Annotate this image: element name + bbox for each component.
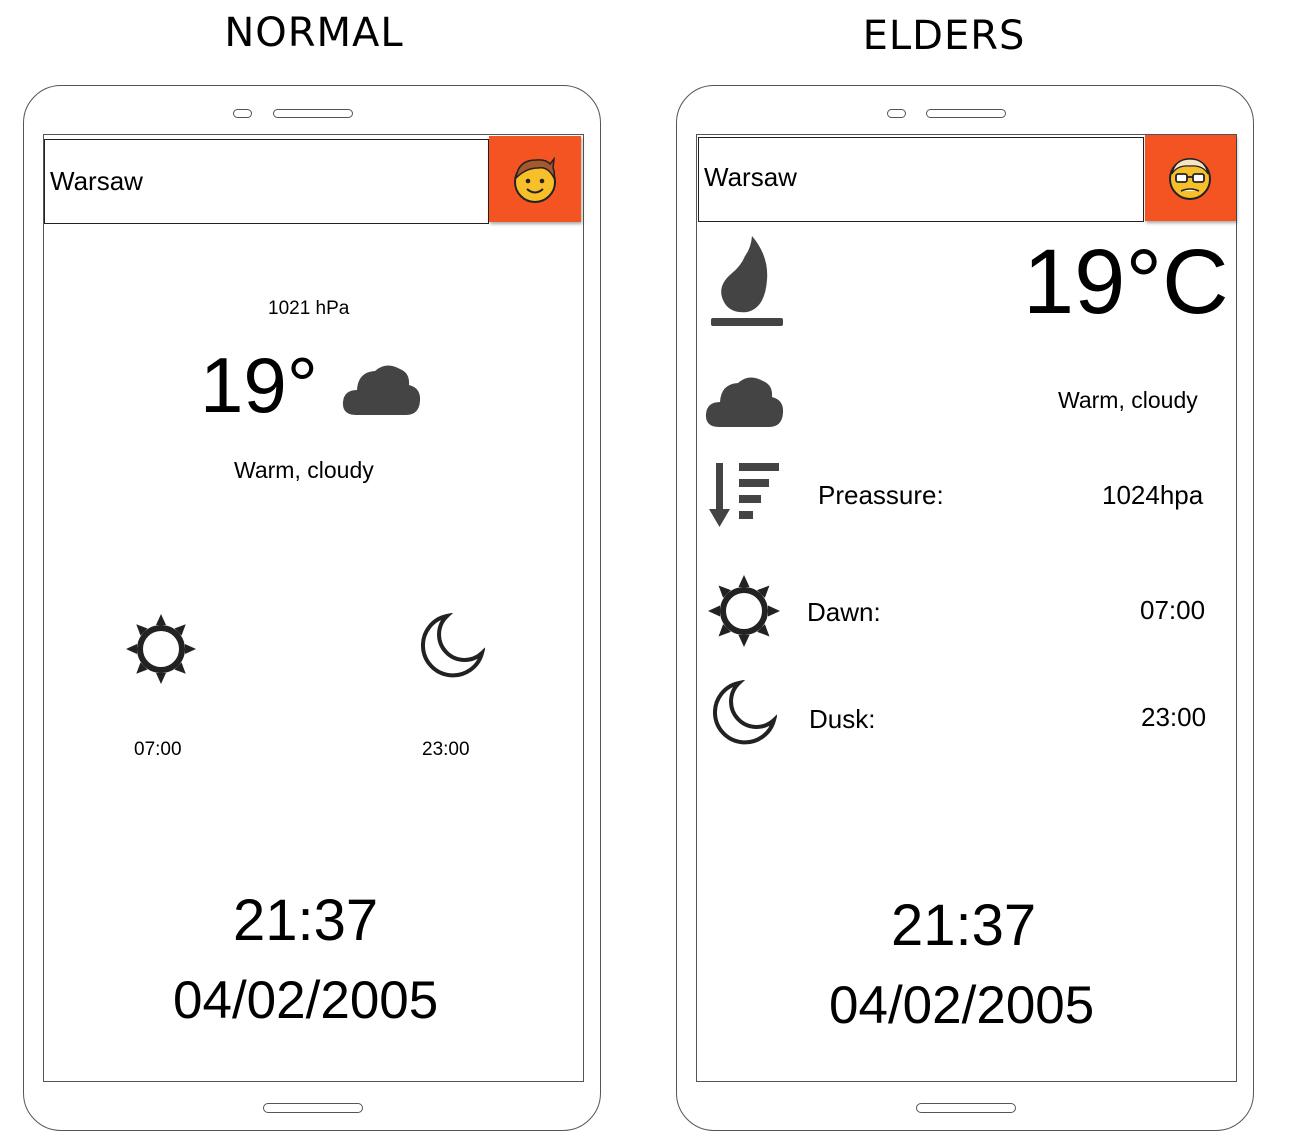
city-search-input[interactable]: Warsaw (698, 137, 1144, 222)
dusk-value: 23:00 (1141, 702, 1207, 732)
city-search-value: Warsaw (50, 166, 143, 196)
profile-mode-button[interactable] (1145, 135, 1236, 221)
young-face-icon (514, 156, 556, 203)
elders-screen: Warsaw 19°C Warm, cloudy Preassure: 1024… (696, 134, 1237, 1082)
elders-phone-frame: Warsaw 19°C Warm, cloudy Preassure: 1024… (676, 85, 1254, 1131)
speaker-grille (926, 109, 1006, 118)
date-text: 04/02/2005 (173, 971, 439, 1030)
pressure-label: Preassure: (818, 480, 944, 510)
home-button[interactable] (916, 1103, 1016, 1113)
moon-icon (421, 613, 485, 678)
camera-dot (887, 109, 906, 118)
date-text: 04/02/2005 (829, 976, 1095, 1035)
cloud-icon (705, 377, 784, 427)
clock-time: 21:37 (233, 888, 379, 953)
temperature-value: 19°C (1023, 231, 1229, 333)
pressure-value: 1024hpa (1102, 480, 1204, 510)
condition-text: Warm, cloudy (1058, 387, 1198, 413)
normal-mode-title: NORMAL (224, 10, 404, 56)
camera-dot (233, 109, 252, 118)
sunrise-time: 07:00 (134, 739, 182, 760)
clock-time: 21:37 (891, 893, 1037, 958)
dawn-value: 07:00 (1140, 595, 1206, 625)
condition-text: Warm, cloudy (234, 457, 374, 483)
elder-face-icon (1169, 158, 1211, 200)
normal-screen: Warsaw 1021 hPa 19° Warm, cloudy 07:00 2… (43, 134, 584, 1082)
pressure-sort-icon (709, 463, 779, 527)
sun-icon (708, 575, 780, 647)
cloud-icon (342, 365, 421, 415)
flame-icon (711, 236, 783, 326)
normal-phone-frame: Warsaw 1021 hPa 19° Warm, cloudy 07:00 2… (23, 85, 601, 1131)
city-search-value: Warsaw (704, 162, 797, 192)
city-search-input[interactable]: Warsaw (44, 139, 489, 224)
pressure-text: 1021 hPa (268, 298, 350, 319)
dawn-label: Dawn: (807, 597, 881, 627)
moon-icon (713, 680, 777, 745)
sun-icon (126, 614, 196, 684)
speaker-grille (273, 109, 353, 118)
home-button[interactable] (263, 1103, 363, 1113)
temperature-value: 19° (200, 341, 318, 429)
profile-mode-button[interactable] (489, 136, 581, 222)
sunset-time: 23:00 (422, 739, 470, 760)
elders-mode-title: ELDERS (862, 13, 1026, 59)
dusk-label: Dusk: (809, 704, 876, 734)
